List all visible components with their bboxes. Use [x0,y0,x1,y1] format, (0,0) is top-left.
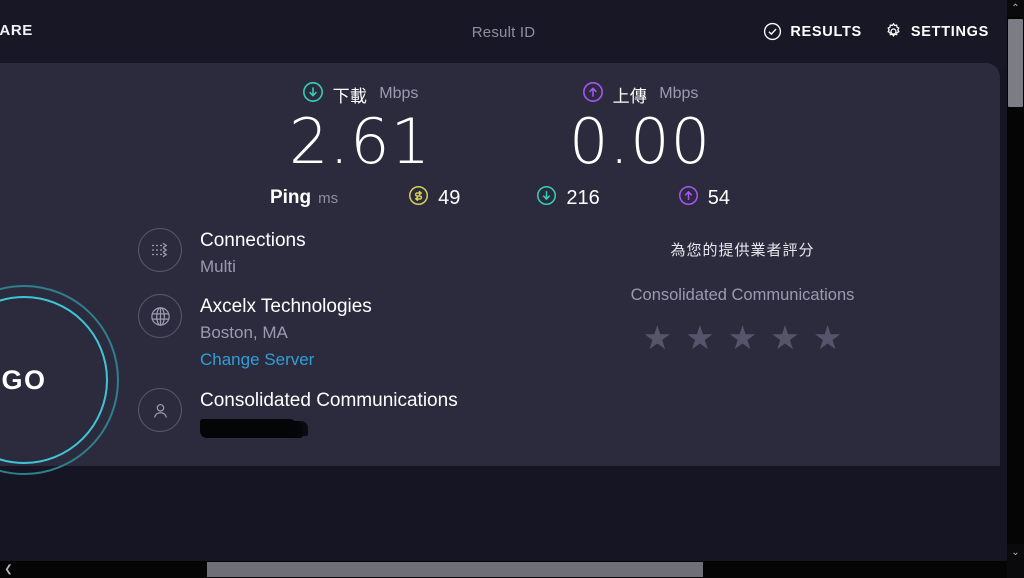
rating-isp-name: Consolidated Communications [630,286,855,304]
download-unit: Mbps [379,85,419,102]
horizontal-scrollbar-thumb[interactable] [207,562,703,577]
upload-arrow-circle-icon [678,185,699,211]
upload-arrow-circle-icon [582,81,604,108]
download-speed-block: 下載 Mbps 2.61 [265,81,455,173]
client-row: Consolidated Communications [138,388,558,438]
star-1[interactable]: ★ [643,321,673,354]
speed-readouts: 下載 Mbps 2.61 上傳 Mbps 0.00 [0,81,1000,173]
settings-label: SETTINGS [910,23,989,40]
ping-idle-cell: 49 [408,185,460,211]
connections-title: Connections [200,230,306,251]
vertical-scrollbar-thumb[interactable] [1008,19,1023,107]
ip-address-redaction [200,419,298,438]
download-arrow-circle-icon [302,81,324,108]
connections-row: Connections Multi [138,228,558,280]
server-row: Axcelx Technologies Boston, MA Change Se… [138,294,558,374]
ping-unit: ms [318,189,339,207]
idle-latency-icon [408,185,429,211]
provider-rating: 為您的提供業者評分 Consolidated Communications ★ … [560,239,925,354]
ping-upload-value: 54 [707,186,731,209]
connection-info: Connections Multi Axcelx Technologies Bo… [138,228,558,441]
multi-connection-icon [138,228,182,272]
ping-label: Ping [269,187,312,208]
ping-idle-value: 49 [438,186,461,209]
results-panel: 下載 Mbps 2.61 上傳 Mbps 0.00 Ping ms 49 216… [0,63,1000,475]
globe-icon [138,294,182,338]
ping-upload-cell: 54 [678,185,730,211]
rating-question: 為您的提供業者評分 [670,242,815,259]
upload-unit: Mbps [659,85,699,102]
star-4[interactable]: ★ [770,321,800,354]
upload-value: 0.00 [568,105,712,178]
client-isp-name: Consolidated Communications [200,390,458,411]
go-button[interactable]: GO [0,285,149,505]
person-icon [138,388,182,432]
download-arrow-circle-icon [536,185,557,211]
go-button-label: GO [1,364,47,395]
star-rating[interactable]: ★ ★ ★ ★ ★ [560,321,925,354]
speedtest-app: HARE Result ID RESULTS SETTINGS [0,0,1024,578]
star-2[interactable]: ★ [685,321,715,354]
header-actions: RESULTS SETTINGS [763,22,989,41]
ping-download-value: 216 [566,186,600,209]
app-header: HARE Result ID RESULTS SETTINGS [0,0,1007,68]
results-button[interactable]: RESULTS [763,22,862,41]
vertical-scrollbar[interactable]: ⌃ ⌄ [1007,0,1024,561]
star-3[interactable]: ★ [728,321,758,354]
check-circle-icon [763,22,782,41]
scroll-left-arrow-icon[interactable]: ❮ [1,561,16,578]
server-name: Axcelx Technologies [200,296,372,317]
server-location: Boston, MA [200,323,288,342]
scrollbar-corner [1007,561,1024,578]
gear-icon [884,22,903,41]
connections-subtitle: Multi [200,257,236,276]
ping-download-cell: 216 [536,185,600,211]
ping-row: Ping ms 49 216 54 [0,185,1000,211]
change-server-link[interactable]: Change Server [200,346,558,374]
scroll-down-arrow-icon[interactable]: ⌄ [1007,544,1024,561]
scroll-up-arrow-icon[interactable]: ⌃ [1007,0,1024,17]
upload-speed-block: 上傳 Mbps 0.00 [545,81,735,173]
download-label: 下載 [332,86,368,106]
results-label: RESULTS [790,23,862,40]
horizontal-scrollbar[interactable]: ❮ ❯ [0,561,1024,578]
settings-button[interactable]: SETTINGS [884,22,989,41]
star-5[interactable]: ★ [813,321,843,354]
upload-label: 上傳 [612,86,648,106]
download-value: 2.61 [288,105,432,178]
